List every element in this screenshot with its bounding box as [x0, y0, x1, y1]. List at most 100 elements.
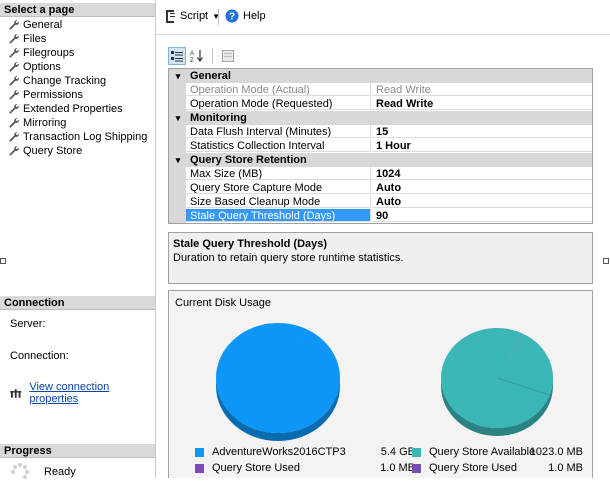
script-icon — [166, 10, 175, 23]
property-name: Query Store Capture Mode — [186, 181, 371, 194]
select-page-heading: Select a page — [0, 3, 155, 17]
property-row-data-flush-interval[interactable]: Data Flush Interval (Minutes) 15 — [169, 125, 592, 139]
legend-label: AdventureWorks2016CTP3 — [212, 446, 346, 458]
dialog-toolbar: Script ▼ ? Help — [156, 0, 610, 35]
property-row-capture-mode[interactable]: Query Store Capture Mode Auto — [169, 181, 592, 195]
page-item-general[interactable]: General — [8, 18, 147, 32]
property-name: Size Based Cleanup Mode — [186, 195, 371, 208]
property-name: Max Size (MB) — [186, 167, 371, 180]
page-item-label: Extended Properties — [23, 103, 123, 115]
property-row-max-size[interactable]: Max Size (MB) 1024 — [169, 167, 592, 181]
page-item-label: Files — [23, 33, 47, 45]
property-description-panel: Stale Query Threshold (Days) Duration to… — [168, 232, 593, 284]
wrench-icon — [9, 20, 19, 30]
svg-text:?: ? — [229, 12, 235, 23]
progress-heading: Progress — [0, 444, 155, 458]
property-pages-button[interactable] — [219, 47, 237, 65]
page-item-files[interactable]: Files — [8, 32, 147, 46]
legend-swatch — [412, 463, 421, 473]
query-store-usage-pie — [441, 328, 554, 436]
property-value[interactable]: 1 Hour — [372, 139, 592, 152]
page-item-query-store[interactable]: Query Store — [8, 144, 147, 158]
property-grid: ▾ General Operation Mode (Actual) Read W… — [168, 68, 593, 224]
page-item-extended-properties[interactable]: Extended Properties — [8, 102, 147, 116]
legend-label: Query Store Used — [429, 462, 518, 474]
progress-spinner-icon — [11, 463, 29, 479]
categorized-button[interactable] — [168, 47, 186, 65]
page-item-label: Query Store — [23, 144, 83, 158]
collapse-icon[interactable]: ▾ — [173, 111, 183, 125]
property-name: Stale Query Threshold (Days) — [186, 209, 371, 222]
help-icon: ? — [225, 9, 239, 23]
legend-swatch — [412, 447, 421, 457]
page-item-filegroups[interactable]: Filegroups — [8, 46, 147, 60]
page-item-mirroring[interactable]: Mirroring — [8, 116, 147, 130]
category-general[interactable]: ▾ General — [169, 69, 592, 83]
wrench-icon — [9, 62, 19, 72]
page-list: General Files Filegroups Options Change … — [8, 18, 147, 158]
collapse-icon[interactable]: ▾ — [173, 153, 183, 167]
help-button[interactable]: ? Help — [225, 9, 266, 23]
toolbar-separator — [218, 9, 219, 25]
page-item-label: Mirroring — [23, 117, 67, 129]
legend-item: Query Store Available 1023.0 MB — [412, 445, 583, 459]
pie-slice — [215, 322, 340, 433]
page-item-label: Transaction Log Shipping — [23, 131, 148, 143]
resize-handle[interactable] — [0, 258, 6, 264]
category-label: Monitoring — [190, 112, 247, 124]
property-row-operation-mode-requested[interactable]: Operation Mode (Requested) Read Write — [169, 97, 592, 111]
property-name: Statistics Collection Interval — [186, 139, 371, 152]
wrench-icon — [9, 104, 19, 114]
legend-value: 5.4 GB — [380, 446, 415, 458]
page-item-options[interactable]: Options — [8, 60, 147, 74]
property-value[interactable]: 1024 — [372, 167, 592, 180]
page-item-label: Filegroups — [23, 47, 75, 59]
legend-item: Query Store Used 1.0 MB — [195, 461, 415, 475]
property-value[interactable]: Auto — [372, 195, 592, 208]
wrench-icon — [9, 132, 19, 142]
server-label: Server: — [10, 318, 46, 330]
property-value[interactable]: 90 — [372, 209, 592, 222]
property-value[interactable]: Auto — [372, 181, 592, 194]
property-row-size-based-cleanup-mode[interactable]: Size Based Cleanup Mode Auto — [169, 195, 592, 209]
property-value[interactable]: Read Write — [372, 97, 592, 110]
property-pages-icon — [222, 50, 234, 62]
legend-value: 1.0 MB — [548, 462, 583, 474]
view-connection-properties[interactable]: View connection properties — [10, 381, 155, 405]
legend-value: 1023.0 MB — [529, 446, 583, 458]
wrench-icon — [9, 118, 19, 128]
categorized-icon — [171, 51, 183, 62]
category-label: General — [190, 70, 231, 82]
connection-heading: Connection — [0, 296, 155, 310]
legend-swatch — [195, 447, 204, 457]
property-name: Operation Mode (Actual) — [186, 83, 371, 96]
connection-properties-icon — [10, 389, 22, 398]
wrench-icon — [9, 90, 19, 100]
legend-value: 1.0 MB — [380, 462, 415, 474]
svg-text:Z: Z — [190, 58, 194, 63]
category-label: Query Store Retention — [190, 154, 307, 166]
svg-text:A: A — [190, 51, 194, 57]
script-button[interactable]: Script ▼ — [164, 9, 220, 23]
alphabetical-button[interactable]: A Z — [188, 47, 206, 65]
property-value[interactable]: 15 — [372, 125, 592, 138]
property-row-operation-mode-actual[interactable]: Operation Mode (Actual) Read Write — [169, 83, 592, 97]
legend-label: Query Store Used — [212, 462, 301, 474]
category-monitoring[interactable]: ▾ Monitoring — [169, 111, 592, 125]
resize-handle[interactable] — [603, 258, 609, 264]
page-item-permissions[interactable]: Permissions — [8, 88, 147, 102]
category-query-store-retention[interactable]: ▾ Query Store Retention — [169, 153, 592, 167]
page-item-transaction-log-shipping[interactable]: Transaction Log Shipping — [8, 130, 147, 144]
property-row-stale-query-threshold[interactable]: Stale Query Threshold (Days) 90 — [169, 209, 592, 223]
page-item-change-tracking[interactable]: Change Tracking — [8, 74, 147, 88]
collapse-icon[interactable]: ▾ — [173, 69, 183, 83]
property-row-statistics-collection-interval[interactable]: Statistics Collection Interval 1 Hour — [169, 139, 592, 153]
left-pane: Select a page General Files Filegroups O… — [0, 0, 156, 479]
sort-alphabetical-icon: A Z — [190, 50, 203, 63]
wrench-icon — [9, 48, 19, 58]
grid-toolbar-separator — [212, 48, 213, 64]
legend-swatch — [195, 463, 204, 473]
view-connection-properties-link[interactable]: View connection properties — [29, 381, 155, 405]
disk-usage-panel: Current Disk Usage AdventureWorks2016CTP… — [168, 290, 593, 478]
progress-status-text: Ready — [44, 466, 76, 478]
